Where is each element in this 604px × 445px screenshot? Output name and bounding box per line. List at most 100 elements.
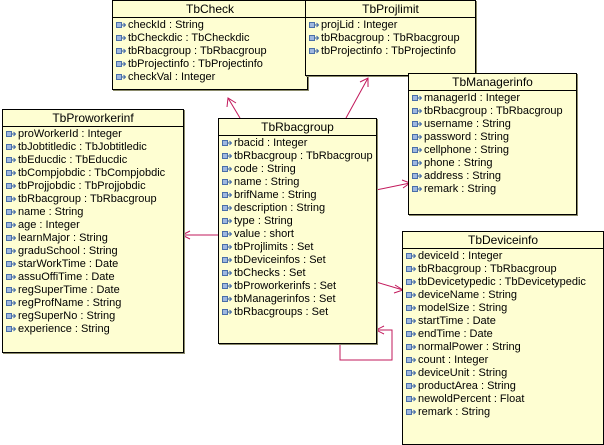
field-attribute-icon bbox=[222, 204, 233, 213]
association-rbacgroup-check bbox=[227, 97, 241, 119]
field-attribute-icon bbox=[412, 107, 423, 116]
field-attribute-icon bbox=[222, 308, 233, 317]
attribute-row: projLid : Integer bbox=[309, 19, 475, 32]
field-attribute-icon bbox=[222, 217, 233, 226]
attribute-row: cellphone : String bbox=[412, 144, 576, 157]
field-attribute-icon bbox=[412, 159, 423, 168]
attribute-row: value : short bbox=[222, 228, 376, 241]
field-attribute-icon bbox=[6, 299, 17, 308]
field-attribute-icon bbox=[222, 152, 233, 161]
field-attribute-icon bbox=[6, 312, 17, 321]
attribute-row: deviceName : String bbox=[406, 289, 603, 302]
attribute-list: proWorkerId : Integer tbJobtitledic : Tb… bbox=[3, 127, 183, 336]
field-attribute-icon bbox=[116, 73, 127, 82]
field-attribute-icon bbox=[6, 273, 17, 282]
attribute-row: tbRbacgroups : Set bbox=[222, 306, 376, 319]
class-title: TbCheck bbox=[113, 1, 307, 18]
field-attribute-icon bbox=[309, 47, 320, 56]
attribute-row: password : String bbox=[412, 131, 576, 144]
attribute-row: age : Integer bbox=[6, 219, 183, 232]
attribute-row: deviceId : Integer bbox=[406, 250, 603, 263]
attribute-row: newoldPercent : Float bbox=[406, 393, 603, 406]
class-tbdeviceinfo[interactable]: TbDeviceinfo deviceId : Integer tbRbacgr… bbox=[402, 231, 604, 445]
field-attribute-icon bbox=[412, 94, 423, 103]
attribute-row: tbRbacgroup : TbRbacgroup bbox=[116, 45, 307, 58]
field-attribute-icon bbox=[406, 330, 417, 339]
attribute-list: checkId : String tbCheckdic : TbCheckdic… bbox=[113, 18, 307, 84]
attribute-row: tbRbacgroup : TbRbacgroup bbox=[222, 150, 376, 163]
attribute-list: projLid : Integer tbRbacgroup : TbRbacgr… bbox=[306, 18, 475, 58]
class-tbrbacgroup[interactable]: TbRbacgroup rbacid : Integer tbRbacgroup… bbox=[218, 118, 377, 344]
field-attribute-icon bbox=[406, 369, 417, 378]
field-attribute-icon bbox=[412, 133, 423, 142]
attribute-row: tbCompjobdic : TbCompjobdic bbox=[6, 167, 183, 180]
attribute-row: code : String bbox=[222, 163, 376, 176]
attribute-row: tbManagerinfos : Set bbox=[222, 293, 376, 306]
attribute-row: normalPower : String bbox=[406, 341, 603, 354]
attribute-row: tbProjectinfo : TbProjectinfo bbox=[309, 45, 475, 58]
class-tbcheck[interactable]: TbCheck checkId : String tbCheckdic : Tb… bbox=[112, 0, 308, 90]
field-attribute-icon bbox=[6, 260, 17, 269]
field-attribute-icon bbox=[406, 395, 417, 404]
attribute-row: regProfName : String bbox=[6, 297, 183, 310]
attribute-row: tbChecks : Set bbox=[222, 267, 376, 280]
attribute-row: description : String bbox=[222, 202, 376, 215]
attribute-row: tbProjlimits : Set bbox=[222, 241, 376, 254]
field-attribute-icon bbox=[6, 325, 17, 334]
class-title: TbManagerinfo bbox=[409, 74, 576, 91]
class-title: TbRbacgroup bbox=[219, 119, 376, 136]
attribute-row: proWorkerId : Integer bbox=[6, 128, 183, 141]
attribute-row: experience : String bbox=[6, 323, 183, 336]
attribute-row: deviceUnit : String bbox=[406, 367, 603, 380]
attribute-row: count : Integer bbox=[406, 354, 603, 367]
attribute-row: modelSize : String bbox=[406, 302, 603, 315]
attribute-row: learnMajor : String bbox=[6, 232, 183, 245]
field-attribute-icon bbox=[406, 343, 417, 352]
field-attribute-icon bbox=[116, 60, 127, 69]
field-attribute-icon bbox=[222, 282, 233, 291]
attribute-row: checkVal : Integer bbox=[116, 71, 307, 84]
attribute-row: tbProjjobdic : TbProjjobdic bbox=[6, 180, 183, 193]
field-attribute-icon bbox=[406, 382, 417, 391]
class-tbprojlimit[interactable]: TbProjlimit projLid : Integer tbRbacgrou… bbox=[305, 0, 476, 76]
attribute-row: tbProworkerinfs : Set bbox=[222, 280, 376, 293]
attribute-row: name : String bbox=[222, 176, 376, 189]
field-attribute-icon bbox=[222, 256, 233, 265]
attribute-row: starWorkTime : Date bbox=[6, 258, 183, 271]
field-attribute-icon bbox=[222, 191, 233, 200]
attribute-row: tbRbacgroup : TbRbacgroup bbox=[406, 263, 603, 276]
class-title: TbDeviceinfo bbox=[403, 232, 603, 249]
attribute-row: tbRbacgroup : TbRbacgroup bbox=[6, 193, 183, 206]
field-attribute-icon bbox=[412, 120, 423, 129]
attribute-row: tbDeviceinfos : Set bbox=[222, 254, 376, 267]
class-tbproworkerinf[interactable]: TbProworkerinf proWorkerId : Integer tbJ… bbox=[2, 109, 184, 353]
field-attribute-icon bbox=[309, 21, 320, 30]
field-attribute-icon bbox=[406, 278, 417, 287]
field-attribute-icon bbox=[222, 165, 233, 174]
attribute-row: managerId : Integer bbox=[412, 92, 576, 105]
attribute-row: tbEducdic : TbEducdic bbox=[6, 154, 183, 167]
attribute-row: phone : String bbox=[412, 157, 576, 170]
field-attribute-icon bbox=[222, 243, 233, 252]
field-attribute-icon bbox=[6, 286, 17, 295]
attribute-row: tbCheckdic : TbCheckdic bbox=[116, 32, 307, 45]
field-attribute-icon bbox=[6, 156, 17, 165]
field-attribute-icon bbox=[6, 208, 17, 217]
attribute-row: startTime : Date bbox=[406, 315, 603, 328]
attribute-row: regSuperNo : String bbox=[6, 310, 183, 323]
field-attribute-icon bbox=[222, 295, 233, 304]
field-attribute-icon bbox=[406, 304, 417, 313]
attribute-list: deviceId : Integer tbRbacgroup : TbRbacg… bbox=[403, 249, 603, 419]
field-attribute-icon bbox=[6, 195, 17, 204]
field-attribute-icon bbox=[309, 34, 320, 43]
attribute-row: endTime : Date bbox=[406, 328, 603, 341]
attribute-list: rbacid : Integer tbRbacgroup : TbRbacgro… bbox=[219, 136, 376, 319]
field-attribute-icon bbox=[406, 252, 417, 261]
attribute-row: name : String bbox=[6, 206, 183, 219]
attribute-row: remark : String bbox=[406, 406, 603, 419]
field-attribute-icon bbox=[6, 182, 17, 191]
field-attribute-icon bbox=[6, 234, 17, 243]
class-title: TbProworkerinf bbox=[3, 110, 183, 127]
field-attribute-icon bbox=[412, 172, 423, 181]
class-tbmanagerinfo[interactable]: TbManagerinfo managerId : Integer tbRbac… bbox=[408, 73, 577, 215]
